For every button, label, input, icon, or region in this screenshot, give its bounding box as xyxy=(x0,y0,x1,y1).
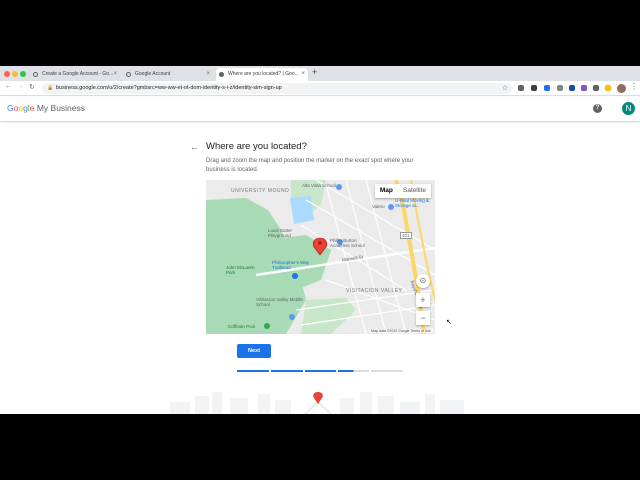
close-tab-icon[interactable]: × xyxy=(301,68,305,81)
map-label-visitacion-ms: Visitacion Valley Middle School xyxy=(256,297,303,307)
profile-avatar[interactable] xyxy=(617,84,626,93)
tab-google-account[interactable]: Google Account × xyxy=(123,68,213,81)
map-type-toggle: Map Satellite xyxy=(374,184,431,198)
map-type-satellite-button[interactable]: Satellite xyxy=(398,184,431,198)
map-label-burton-school: Phillip Burton Academic School xyxy=(330,238,365,248)
help-icon[interactable]: ? xyxy=(593,104,602,113)
account-avatar[interactable]: N xyxy=(622,102,635,115)
map-attribution: Map data ©2020 Google Terms of Use xyxy=(369,329,433,333)
poi-pool-icon xyxy=(264,323,270,329)
extension-icon[interactable] xyxy=(569,85,575,91)
extension-icon[interactable] xyxy=(518,85,524,91)
tab-where-located[interactable]: Where are you located? | Goo... × xyxy=(216,68,308,81)
extension-icon[interactable] xyxy=(557,85,563,91)
close-window-button[interactable] xyxy=(4,71,10,77)
extension-icon[interactable] xyxy=(605,85,611,91)
poi-school-icon xyxy=(336,184,342,190)
reload-icon[interactable]: ↻ xyxy=(29,83,35,91)
city-skyline-illustration xyxy=(170,392,464,414)
minimize-window-button[interactable] xyxy=(12,71,18,77)
location-map[interactable]: UNIVERSITY MOUND VISITACION VALLEY Alta … xyxy=(206,180,435,334)
reservoir-water xyxy=(290,196,314,224)
logo-product-name: My Business xyxy=(36,103,86,113)
map-label-valero: Valero xyxy=(372,204,385,209)
progress-step-5 xyxy=(371,370,403,372)
bookmark-star-icon[interactable]: ☆ xyxy=(502,83,508,94)
extension-icon[interactable] xyxy=(544,85,550,91)
zoom-in-button[interactable]: + xyxy=(416,293,430,307)
highway-shield: 101 xyxy=(400,232,412,239)
mouse-cursor-icon: ↖ xyxy=(446,319,452,326)
forward-nav-icon[interactable]: → xyxy=(17,83,24,90)
lock-icon: 🔒 xyxy=(47,85,54,91)
back-arrow-icon[interactable]: ← xyxy=(190,142,199,152)
tab-label: Google Account xyxy=(135,71,171,77)
close-tab-icon[interactable]: × xyxy=(206,68,210,81)
map-label-mclaren-park: John McLaren Park xyxy=(226,265,255,275)
poi-school-icon xyxy=(289,314,295,320)
map-label-coffman-pool: Coffman Pool xyxy=(228,324,256,329)
gmb-favicon-icon xyxy=(219,72,224,77)
back-nav-icon[interactable]: ← xyxy=(5,83,12,90)
page-title: Where are you located? xyxy=(206,141,307,152)
map-label-uhaul: U-Haul Moving & Storage at... xyxy=(395,198,430,208)
extension-icon[interactable] xyxy=(531,85,537,91)
chrome-menu-icon[interactable]: ⋮ xyxy=(630,82,638,91)
puzzle-icon[interactable] xyxy=(593,85,599,91)
logo-letter: G xyxy=(7,103,14,113)
new-tab-button[interactable]: + xyxy=(312,67,317,77)
google-my-business-logo[interactable]: Google My Business xyxy=(7,103,85,113)
map-label-university-mound: UNIVERSITY MOUND xyxy=(231,188,290,194)
next-button[interactable]: Next xyxy=(237,344,271,358)
poi-gas-icon xyxy=(388,204,394,210)
browser-window: Create a Google Account - Go... × Google… xyxy=(0,66,640,414)
map-type-map-button[interactable]: Map xyxy=(375,184,398,198)
tab-strip: Create a Google Account - Go... × Google… xyxy=(0,66,640,81)
url-text: business.google.com/u/2/create?gmbsrc=ww… xyxy=(56,85,282,91)
map-label-philosophers-way: Philosopher's Way Trailhead xyxy=(272,260,309,270)
map-label-alta-vista: Alta Vista School xyxy=(302,183,336,188)
gmb-header: Google My Business ? N xyxy=(0,97,640,121)
tab-create-account[interactable]: Create a Google Account - Go... × xyxy=(30,68,120,81)
map-label-louis-sutter: Louis Sutter Playground xyxy=(268,228,293,238)
map-label-visitacion-valley: VISITACION VALLEY xyxy=(346,288,403,294)
extension-icon[interactable] xyxy=(581,85,587,91)
my-location-icon[interactable]: ⊙ xyxy=(416,274,430,288)
zoom-out-button[interactable]: − xyxy=(416,311,430,325)
page-description: Drag and zoom the map and position the m… xyxy=(206,158,414,173)
tab-label: Where are you located? | Goo... xyxy=(228,71,299,77)
progress-step-4 xyxy=(338,370,369,372)
address-toolbar: ← → ↻ 🔒 business.google.com/u/2/create?g… xyxy=(0,81,640,96)
pin-icon xyxy=(313,392,323,404)
progress-step-1 xyxy=(237,370,269,372)
logo-letter: e xyxy=(29,103,35,113)
address-bar[interactable]: 🔒 business.google.com/u/2/create?gmbsrc=… xyxy=(42,83,512,94)
progress-step-3 xyxy=(305,370,336,372)
progress-step-2 xyxy=(271,370,303,372)
close-tab-icon[interactable]: × xyxy=(113,68,117,81)
marker-dot xyxy=(318,241,322,245)
tab-label: Create a Google Account - Go... xyxy=(42,71,114,77)
poi-trailhead-icon xyxy=(292,273,298,279)
google-favicon-icon xyxy=(33,72,38,77)
maximize-window-button[interactable] xyxy=(20,71,26,77)
google-favicon-icon xyxy=(126,72,131,77)
